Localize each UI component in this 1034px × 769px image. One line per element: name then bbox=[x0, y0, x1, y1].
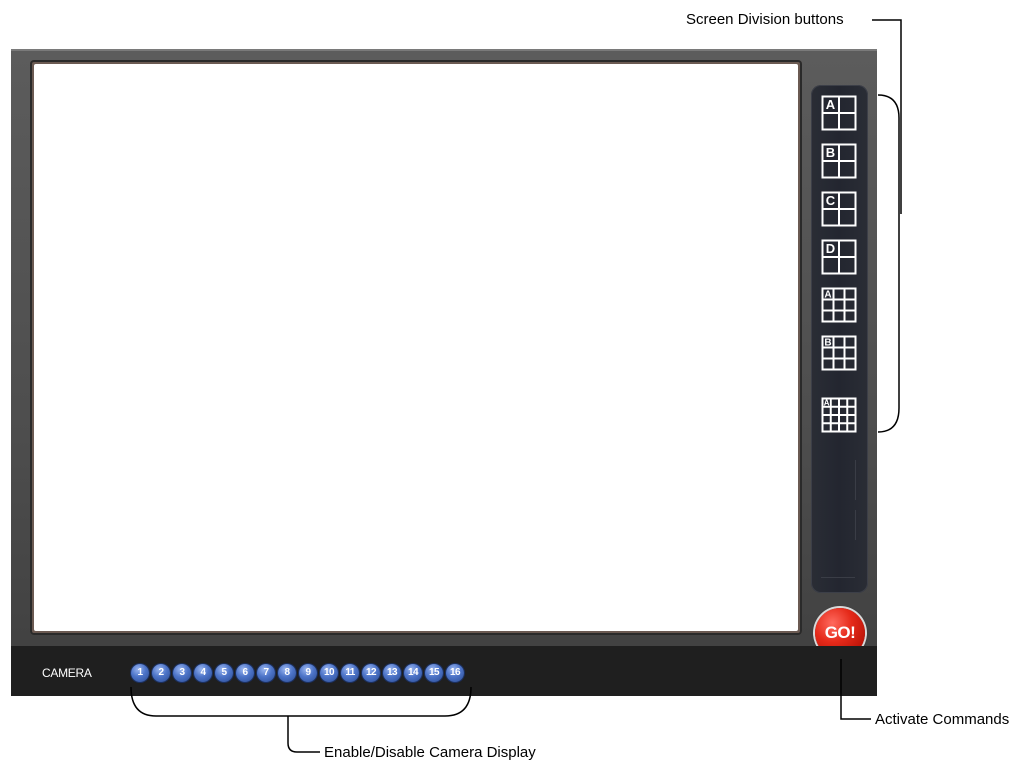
video-display-frame bbox=[30, 60, 802, 635]
annotation-camera-display: Enable/Disable Camera Display bbox=[324, 744, 536, 761]
camera-button-9[interactable]: 9 bbox=[299, 664, 317, 682]
annotation-screen-division: Screen Division buttons bbox=[686, 11, 844, 28]
camera-button-3[interactable]: 3 bbox=[173, 664, 191, 682]
camera-button-5[interactable]: 5 bbox=[215, 664, 233, 682]
camera-button-list: 1 2 3 4 5 6 7 8 9 10 11 12 13 14 15 16 bbox=[131, 664, 464, 682]
division-button-2x2-b[interactable]: B bbox=[821, 143, 857, 179]
camera-button-10[interactable]: 10 bbox=[320, 664, 338, 682]
screen-division-bracket bbox=[877, 94, 900, 433]
camera-button-15[interactable]: 15 bbox=[425, 664, 443, 682]
grid-3x3-icon: B bbox=[821, 335, 857, 371]
camera-display-leader-line bbox=[287, 716, 320, 753]
grid-3x3-icon: A bbox=[821, 287, 857, 323]
camera-button-13[interactable]: 13 bbox=[383, 664, 401, 682]
division-button-4x4-a[interactable]: A bbox=[821, 397, 857, 433]
division-button-2x2-a[interactable]: A bbox=[821, 95, 857, 131]
svg-text:C: C bbox=[826, 193, 836, 208]
camera-button-16[interactable]: 16 bbox=[446, 664, 464, 682]
svg-text:B: B bbox=[824, 338, 831, 349]
division-button-3x3-a[interactable]: A bbox=[821, 287, 857, 323]
camera-button-6[interactable]: 6 bbox=[236, 664, 254, 682]
division-button-2x2-c[interactable]: C bbox=[821, 191, 857, 227]
svg-text:A: A bbox=[824, 290, 831, 301]
camera-button-14[interactable]: 14 bbox=[404, 664, 422, 682]
division-button-2x2-d[interactable]: D bbox=[821, 239, 857, 275]
grid-2x2-icon: A bbox=[821, 95, 857, 131]
camera-button-11[interactable]: 11 bbox=[341, 664, 359, 682]
grid-2x2-icon: C bbox=[821, 191, 857, 227]
svg-text:A: A bbox=[826, 97, 836, 112]
camera-button-4[interactable]: 4 bbox=[194, 664, 212, 682]
grid-2x2-icon: D bbox=[821, 239, 857, 275]
camera-label: CAMERA bbox=[42, 666, 92, 680]
grid-2x2-icon: B bbox=[821, 143, 857, 179]
go-button-label: GO! bbox=[824, 623, 856, 642]
camera-button-12[interactable]: 12 bbox=[362, 664, 380, 682]
camera-button-1[interactable]: 1 bbox=[131, 664, 149, 682]
svg-text:B: B bbox=[826, 145, 835, 160]
camera-button-7[interactable]: 7 bbox=[257, 664, 275, 682]
video-display-area[interactable] bbox=[34, 64, 798, 631]
annotation-activate-commands: Activate Commands bbox=[875, 711, 1010, 728]
division-button-3x3-b[interactable]: B bbox=[821, 335, 857, 371]
svg-text:D: D bbox=[826, 241, 835, 256]
camera-button-2[interactable]: 2 bbox=[152, 664, 170, 682]
svg-text:A: A bbox=[824, 399, 830, 408]
camera-button-8[interactable]: 8 bbox=[278, 664, 296, 682]
grid-4x4-icon: A bbox=[821, 397, 857, 433]
